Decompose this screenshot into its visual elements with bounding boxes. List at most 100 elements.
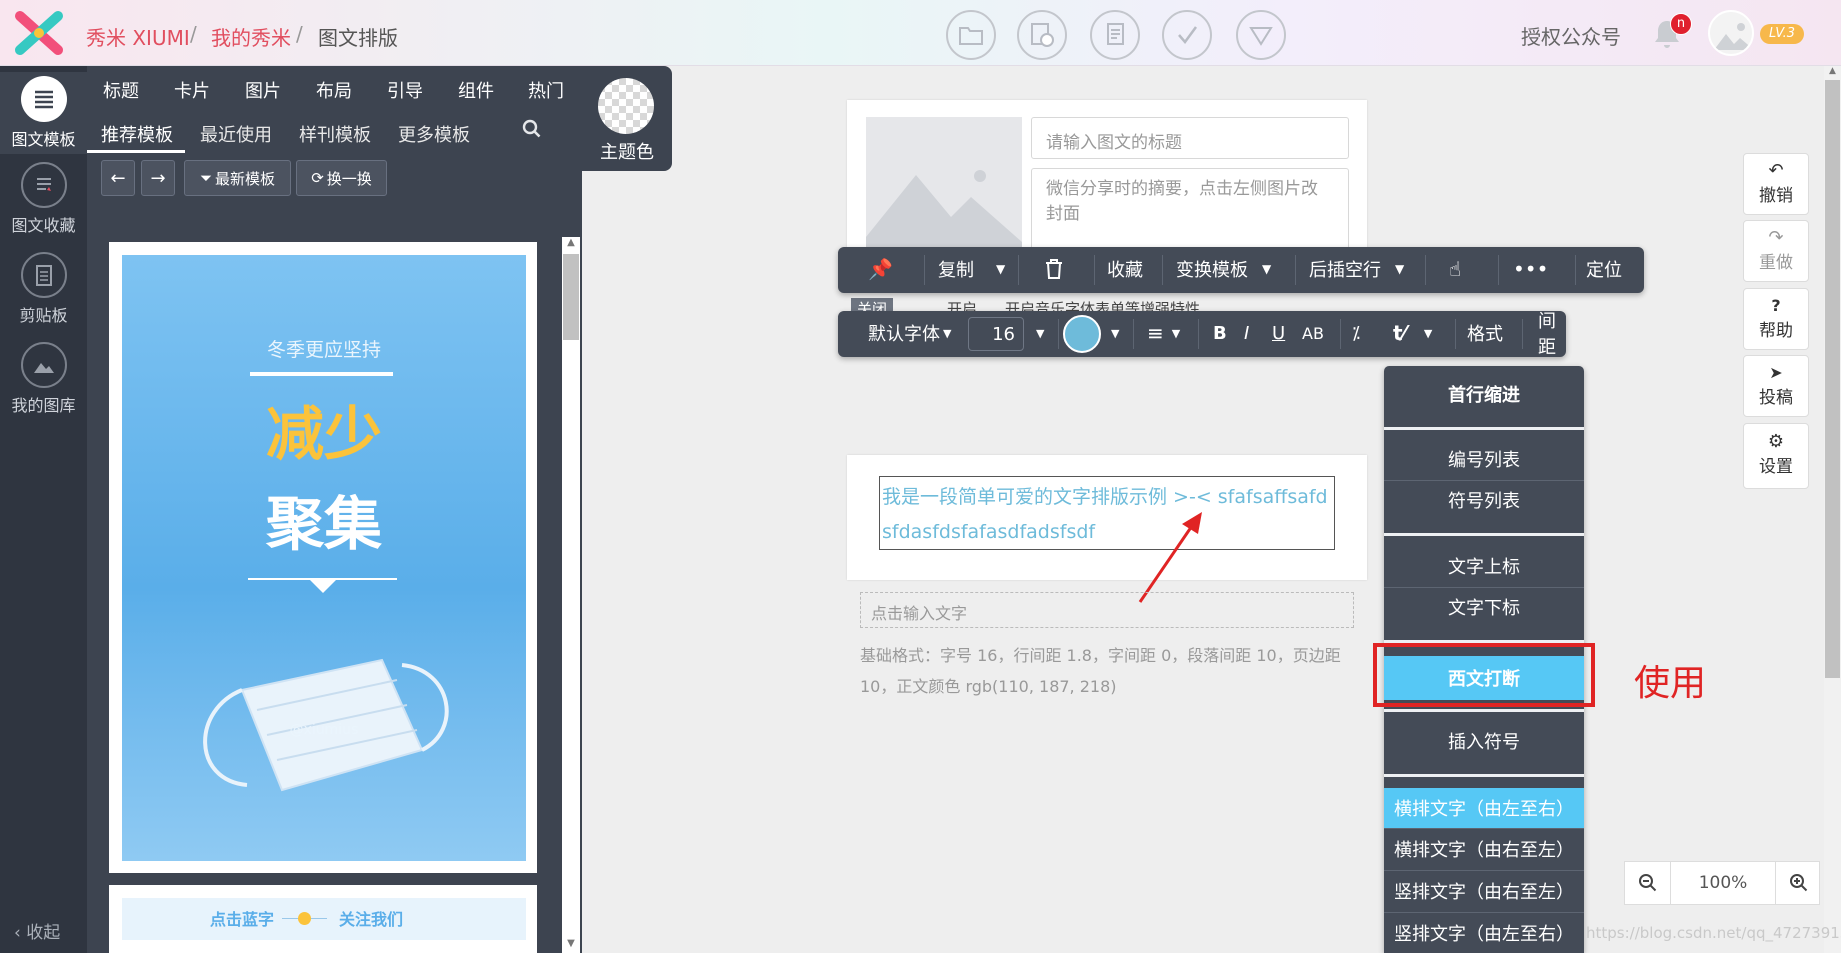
align-button[interactable]: ≡ ▼ (1147, 311, 1180, 355)
cover-image[interactable] (866, 117, 1022, 250)
folder-button[interactable] (946, 10, 996, 60)
menu-bullet-list[interactable]: 符号列表 (1384, 482, 1584, 518)
align-icon: ≡ (1147, 321, 1164, 345)
copy-button[interactable]: 复制 ▼ (938, 247, 1005, 291)
menu-divider (1384, 587, 1584, 588)
filter-icon: ⏷ (199, 169, 212, 187)
brand-link[interactable]: 秀米 XIUMI (86, 22, 190, 51)
panel-scrollbar[interactable]: ▲ ▼ (562, 237, 580, 953)
breadcrumb-sep: / (190, 22, 197, 46)
locate-button[interactable]: 定位 (1586, 247, 1622, 291)
menu-vertical-ltr[interactable]: 竖排文字（由左至右） (1384, 915, 1584, 951)
text-effect-button[interactable]: t⁄ ▼ (1393, 311, 1432, 355)
menu-divider (1384, 480, 1584, 481)
rail-item-clipboard[interactable]: 剪贴板 (0, 252, 87, 326)
watermark: https://blog.csdn.net/qq_47273915 (1586, 924, 1841, 942)
collapse-button[interactable]: ‹ 收起 (14, 918, 60, 943)
template-card[interactable]: 冬季更应坚持 减少 聚集 @xiumius (109, 242, 537, 873)
category-tab-layout[interactable]: 布局 (316, 77, 352, 103)
avatar[interactable] (1708, 10, 1754, 56)
text-color-swatch[interactable] (1063, 315, 1101, 353)
copy-article-button[interactable] (1090, 10, 1140, 60)
menu-first-line-indent[interactable]: 首行缩进 (1384, 376, 1584, 412)
triangle-down-icon (1249, 27, 1273, 46)
clear-format-button[interactable]: ⁒ (1352, 311, 1360, 355)
theme-color-label: 主题色 (600, 142, 654, 163)
scroll-down-arrow[interactable]: ▼ (562, 938, 580, 949)
category-tab-hot[interactable]: 热门 (528, 77, 564, 103)
prev-button[interactable]: ← (101, 160, 135, 196)
settings-button[interactable]: ⚙ 设置 (1743, 423, 1809, 489)
subtab-recommended[interactable]: 推荐模板 (101, 121, 173, 147)
italic-button[interactable]: I (1244, 311, 1249, 355)
font-size-input[interactable]: 16 (968, 317, 1024, 351)
menu-subscript[interactable]: 文字下标 (1384, 589, 1584, 625)
menu-horizontal-ltr[interactable]: 横排文字（由左至右） (1384, 788, 1584, 828)
category-tab-component[interactable]: 组件 (458, 77, 494, 103)
rail-item-gallery[interactable]: 我的图库 (0, 342, 87, 416)
menu-superscript[interactable]: 文字上标 (1384, 548, 1584, 584)
delete-button[interactable] (1044, 247, 1064, 291)
undo-button[interactable]: ↶ 撤销 (1743, 153, 1809, 215)
follow-bar (122, 898, 526, 940)
category-tab-guide[interactable]: 引导 (387, 77, 423, 103)
font-size-caret[interactable]: ▼ (1036, 311, 1044, 355)
preview-button[interactable] (1017, 10, 1067, 60)
subtab-recent[interactable]: 最近使用 (200, 121, 272, 147)
menu-vertical-rtl[interactable]: 竖排文字（由右至左） (1384, 873, 1584, 909)
sync-button[interactable] (1236, 10, 1286, 60)
caret-down-icon: ▼ (1036, 326, 1045, 340)
more-button[interactable]: ••• (1513, 247, 1548, 291)
text-input-placeholder[interactable]: 点击输入文字 (860, 592, 1354, 628)
underline-button[interactable]: U (1272, 311, 1285, 355)
xiumi-logo-icon[interactable] (14, 10, 64, 56)
rail-item-templates[interactable]: 图文模板 (0, 72, 87, 154)
pin-button[interactable]: 📌 (868, 247, 893, 291)
color-caret[interactable]: ▼ (1111, 311, 1119, 355)
rail-item-label: 剪贴板 (19, 306, 68, 325)
menu-divider (1384, 912, 1584, 913)
format-button[interactable]: 格式 (1467, 311, 1503, 355)
template-card[interactable]: 点击蓝字 关注我们 (109, 885, 537, 953)
category-tab-title[interactable]: 标题 (103, 77, 139, 103)
change-template-button[interactable]: 变换模板 ▼ (1176, 247, 1271, 291)
title-input[interactable]: 请输入图文的标题 (1031, 117, 1349, 159)
help-button[interactable]: ? 帮助 (1743, 288, 1809, 350)
theme-color-button[interactable] (598, 78, 654, 134)
strikethrough-button[interactable]: AB (1302, 311, 1324, 355)
scrollbar-thumb[interactable] (1825, 80, 1840, 678)
scroll-up-arrow[interactable]: ▲ (562, 237, 580, 248)
sample-text-block[interactable]: 我是一段简单可爱的文字排版示例 >-< sfafsaffsafdsfdasfds… (879, 476, 1335, 550)
category-tab-card[interactable]: 卡片 (174, 77, 210, 103)
subtab-magazine[interactable]: 样刊模板 (299, 121, 371, 147)
summary-input[interactable]: 微信分享时的摘要，点击左侧图片改封面 (1031, 168, 1349, 250)
zoom-out-button[interactable] (1625, 862, 1671, 904)
menu-insert-symbol[interactable]: 插入符号 (1384, 723, 1584, 759)
collect-button[interactable]: 收藏 (1107, 247, 1143, 291)
zoom-in-button[interactable] (1775, 862, 1821, 904)
main-scrollbar[interactable]: ▲ (1824, 66, 1841, 953)
insert-blank-line-button[interactable]: 后插空行 ▼ (1309, 247, 1404, 291)
submit-button[interactable]: ➤ 投稿 (1743, 355, 1809, 417)
bold-button[interactable]: B (1213, 311, 1227, 355)
scroll-up-arrow[interactable]: ▲ (1824, 66, 1841, 76)
rail-item-label: 图文收藏 (11, 216, 76, 235)
search-icon[interactable] (521, 118, 543, 140)
next-button[interactable]: → (141, 160, 175, 196)
category-tab-image[interactable]: 图片 (245, 77, 281, 103)
my-xiumi-link[interactable]: 我的秀米 (211, 22, 291, 51)
swap-button[interactable]: ⟳ 换一换 (296, 160, 387, 196)
authorize-account-link[interactable]: 授权公众号 (1521, 21, 1621, 50)
select-button[interactable]: ☝ (1449, 247, 1461, 291)
save-button[interactable] (1162, 10, 1212, 60)
menu-numbered-list[interactable]: 编号列表 (1384, 441, 1584, 477)
font-family-select[interactable]: 默认字体 ▼ (868, 311, 951, 355)
redo-button[interactable]: ↷ 重做 (1743, 220, 1809, 282)
spacing-button[interactable]: 间距 (1538, 311, 1566, 358)
menu-horizontal-rtl[interactable]: 横排文字（由右至左） (1384, 831, 1584, 867)
newest-templates-button[interactable]: ⏷ 最新模板 (184, 160, 291, 196)
scrollbar-thumb[interactable] (563, 254, 579, 340)
toolbar-separator (1575, 255, 1576, 285)
rail-item-favorites[interactable]: 图文收藏 (0, 162, 87, 236)
subtab-more[interactable]: 更多模板 (398, 121, 470, 147)
